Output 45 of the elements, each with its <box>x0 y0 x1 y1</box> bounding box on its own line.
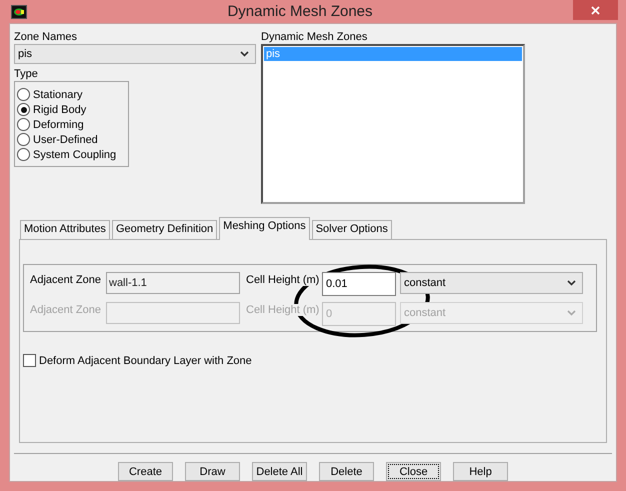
field-label: Cell Height (m) <box>246 304 322 316</box>
radio-label: User-Defined <box>33 134 98 146</box>
tab[interactable]: Motion Attributes <box>20 220 110 239</box>
radio-label: Rigid Body <box>33 104 86 116</box>
group-label: Type <box>14 67 39 81</box>
radio-button[interactable] <box>17 133 30 146</box>
radio-label: Stationary <box>33 88 83 100</box>
chevron-icon <box>240 51 249 57</box>
field-label: Dynamic Mesh Zones <box>261 30 368 44</box>
chevron-icon <box>567 310 576 316</box>
radio-option[interactable]: Rigid Body <box>17 102 128 117</box>
field-label: Zone Names <box>14 30 78 44</box>
method-dropdown[interactable]: constant <box>400 272 583 294</box>
tab[interactable]: Meshing Options <box>219 217 310 240</box>
radio-button[interactable] <box>17 148 30 161</box>
app-icon <box>11 4 27 18</box>
radio-label: System Coupling <box>33 148 116 160</box>
dialog-button[interactable]: Help <box>453 462 508 481</box>
radio-option[interactable]: System Coupling <box>17 147 128 162</box>
tab[interactable]: Solver Options <box>312 220 392 239</box>
dialog-button[interactable]: Close <box>386 462 441 481</box>
chevron-icon <box>567 280 576 286</box>
zone-names-dropdown[interactable]: pis <box>14 44 256 64</box>
checkbox[interactable] <box>23 354 36 367</box>
adjacent-zone-field: wall-1.1 <box>106 272 240 294</box>
checkbox-label: Deform Adjacent Boundary Layer with Zone <box>39 354 252 366</box>
radio-button[interactable] <box>17 88 30 101</box>
radio-label: Deforming <box>33 118 84 130</box>
radio-option[interactable]: User-Defined <box>17 132 128 147</box>
window-title: Dynamic Mesh Zones <box>226 3 374 20</box>
dialog-button[interactable]: Create <box>118 462 173 481</box>
radio-button[interactable] <box>17 118 30 131</box>
radio-button[interactable] <box>17 103 30 116</box>
field-label: Adjacent Zone <box>30 304 102 316</box>
field-label: Cell Height (m) <box>246 274 322 286</box>
dialog-button[interactable]: Draw <box>185 462 240 481</box>
close-button[interactable] <box>573 0 618 20</box>
radio-option[interactable]: Deforming <box>17 117 128 132</box>
field-label: Adjacent Zone <box>30 274 102 286</box>
radio-option[interactable]: Stationary <box>17 87 128 102</box>
close-icon <box>591 6 600 14</box>
dialog-button[interactable]: Delete <box>319 462 374 481</box>
tab[interactable]: Geometry Definition <box>112 220 218 239</box>
cell-height-input[interactable]: 0.01 <box>322 272 396 296</box>
dialog-button[interactable]: Delete All <box>252 462 307 481</box>
